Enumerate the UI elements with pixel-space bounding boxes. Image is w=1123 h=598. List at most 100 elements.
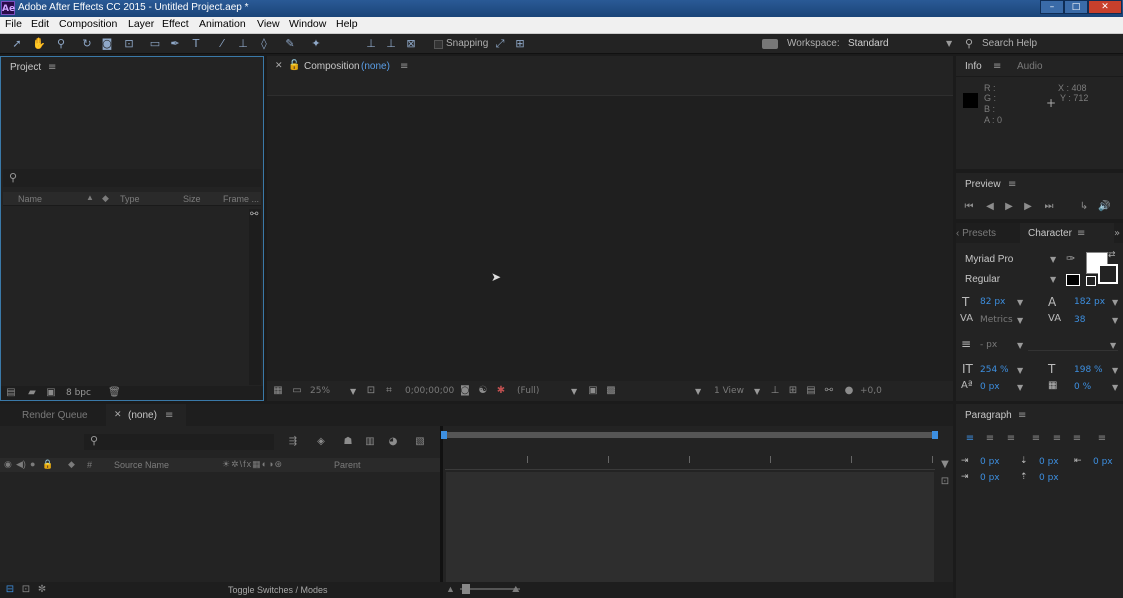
interpret-footage-icon[interactable]: ▤: [5, 387, 17, 399]
align-left-icon[interactable]: ≡: [964, 433, 976, 445]
new-folder-icon[interactable]: ▰: [26, 387, 38, 399]
comp-mini-flowchart-icon[interactable]: ⇶: [287, 436, 299, 448]
project-scrollbar[interactable]: [249, 209, 261, 385]
loop-icon[interactable]: ↳: [1078, 201, 1090, 213]
snap-feature-icon[interactable]: ⤢: [493, 37, 507, 51]
switches-column-icons[interactable]: ☀✲\fx▦◐◑⊛: [222, 459, 283, 470]
align-center-icon[interactable]: ≡: [984, 433, 996, 445]
horizontal-scale-chevron-down-icon[interactable]: ▼: [1112, 366, 1118, 375]
first-frame-icon[interactable]: ⏮: [963, 201, 975, 213]
vertical-scale-chevron-down-icon[interactable]: ▼: [1017, 366, 1023, 375]
stroke-color-swatch[interactable]: [1098, 264, 1118, 284]
camera-tool-icon[interactable]: ◙: [100, 37, 114, 51]
pen-tool-icon[interactable]: ✒: [168, 37, 182, 51]
type-tool-icon[interactable]: T: [189, 37, 203, 51]
tab-effects-presets[interactable]: ‹ Presets: [956, 228, 996, 239]
timeline-zoom-thumb[interactable]: [462, 584, 470, 594]
justify-left-icon[interactable]: ≡: [1030, 433, 1042, 445]
exposure-value[interactable]: +0,0: [860, 386, 882, 396]
always-preview-icon[interactable]: ▦: [272, 385, 284, 397]
work-area-bar[interactable]: [443, 432, 937, 438]
minimize-button[interactable]: –: [1040, 0, 1064, 14]
menu-file[interactable]: File: [5, 18, 22, 30]
menu-view[interactable]: View: [257, 18, 280, 30]
color-channels-icon[interactable]: ✱: [495, 385, 507, 397]
show-snapshot-icon[interactable]: ☯: [477, 385, 489, 397]
tsume-value[interactable]: 0 %: [1074, 382, 1091, 392]
swap-colors-icon[interactable]: ⇄: [1108, 250, 1116, 260]
audio-column-icon[interactable]: ◀): [16, 459, 26, 470]
label-column-icon[interactable]: ◆: [68, 459, 75, 470]
kerning-chevron-down-icon[interactable]: ▼: [1017, 316, 1023, 325]
stroke-width-value[interactable]: - px: [980, 340, 997, 350]
selection-tool-icon[interactable]: ➚: [10, 37, 24, 51]
character-menu-icon[interactable]: ≡: [1077, 228, 1085, 239]
clone-stamp-tool-icon[interactable]: ⊥: [236, 37, 250, 51]
align-right-icon[interactable]: ≡: [1005, 433, 1017, 445]
previous-frame-icon[interactable]: ◀: [984, 201, 996, 213]
audio-speaker-icon[interactable]: 🔊: [1098, 201, 1110, 213]
column-parent[interactable]: Parent: [334, 460, 361, 470]
solo-column-icon[interactable]: ●: [30, 459, 35, 469]
toggle-pixel-aspect-icon[interactable]: ⊥: [769, 385, 781, 397]
justify-right-icon[interactable]: ≡: [1071, 433, 1083, 445]
comp-marker-bin-icon[interactable]: ▼: [939, 459, 951, 471]
font-size-value[interactable]: 82 px: [980, 297, 1005, 307]
fast-previews-icon[interactable]: ⊞: [787, 385, 799, 397]
tab-audio[interactable]: Audio: [1017, 61, 1043, 72]
justify-all-icon[interactable]: ≡: [1096, 433, 1108, 445]
font-style-chevron-down-icon[interactable]: ▼: [1050, 275, 1056, 284]
font-size-chevron-down-icon[interactable]: ▼: [1017, 298, 1023, 307]
info-menu-icon[interactable]: ≡: [993, 61, 1001, 72]
tab-info[interactable]: Info: [965, 61, 982, 72]
project-panel-menu-icon[interactable]: ≡: [48, 62, 56, 73]
new-composition-icon[interactable]: ▣: [45, 387, 57, 399]
close-timeline-tab-icon[interactable]: ✕: [114, 410, 122, 420]
vertical-scale-value[interactable]: 254 %: [980, 365, 1009, 375]
world-axis-icon[interactable]: ⊥: [384, 37, 398, 51]
no-color-icon[interactable]: [1086, 276, 1096, 286]
font-family-chevron-down-icon[interactable]: ▼: [1050, 255, 1056, 264]
region-of-interest-icon[interactable]: ⌗: [383, 385, 395, 397]
tracking-value[interactable]: 38: [1074, 315, 1085, 325]
motion-blur-icon[interactable]: ◕: [387, 436, 399, 448]
safe-zones-icon[interactable]: ⊡: [365, 385, 377, 397]
preview-menu-icon[interactable]: ≡: [1008, 179, 1016, 190]
tracking-chevron-down-icon[interactable]: ▼: [1112, 316, 1118, 325]
maximize-button[interactable]: □: [1064, 0, 1088, 14]
timeline-nav-icon[interactable]: ⊡: [939, 476, 951, 488]
transfer-controls-icon[interactable]: ⊡: [20, 584, 32, 596]
snap-grid-icon[interactable]: ⊞: [513, 37, 527, 51]
in-out-stretch-icon[interactable]: ✼: [36, 584, 48, 596]
composition-name[interactable]: (none): [361, 61, 390, 72]
trash-icon[interactable]: 🗑: [108, 387, 121, 399]
tab-render-queue[interactable]: Render Queue: [22, 410, 88, 421]
search-help-input[interactable]: Search Help: [982, 38, 1037, 49]
rotation-tool-icon[interactable]: ↻: [80, 37, 94, 51]
stroke-width-chevron-down-icon[interactable]: ▼: [1017, 341, 1023, 350]
leading-value[interactable]: 182 px: [1074, 297, 1105, 307]
tsume-chevron-down-icon[interactable]: ▼: [1112, 383, 1118, 392]
menu-edit[interactable]: Edit: [31, 18, 49, 30]
play-icon[interactable]: ▶: [1003, 201, 1015, 213]
time-ruler[interactable]: [445, 452, 935, 470]
column-name[interactable]: Name: [18, 194, 42, 204]
label-tag-icon[interactable]: ◆: [102, 193, 109, 204]
menu-help[interactable]: Help: [336, 18, 358, 30]
eraser-tool-icon[interactable]: ◊: [257, 37, 271, 51]
stroke-style-select[interactable]: [1028, 335, 1118, 351]
menu-composition[interactable]: Composition: [59, 18, 117, 30]
workspace-chevron-down-icon[interactable]: ▼: [946, 39, 952, 48]
video-visibility-icon[interactable]: ◉: [4, 459, 12, 470]
menu-animation[interactable]: Animation: [199, 18, 246, 30]
sort-up-icon[interactable]: ▲: [86, 193, 94, 202]
last-frame-icon[interactable]: ⏭: [1043, 201, 1055, 213]
menu-layer[interactable]: Layer: [128, 18, 154, 30]
horizontal-scale-value[interactable]: 198 %: [1074, 365, 1103, 375]
exposure-reset-icon[interactable]: ●: [843, 385, 855, 397]
font-style-select[interactable]: Regular: [965, 274, 1000, 285]
timeline-menu-icon[interactable]: ≡: [165, 410, 173, 421]
zoom-tool-icon[interactable]: ⚲: [54, 37, 68, 51]
graph-editor-icon[interactable]: ▧: [414, 436, 426, 448]
project-search-input[interactable]: [3, 169, 261, 187]
